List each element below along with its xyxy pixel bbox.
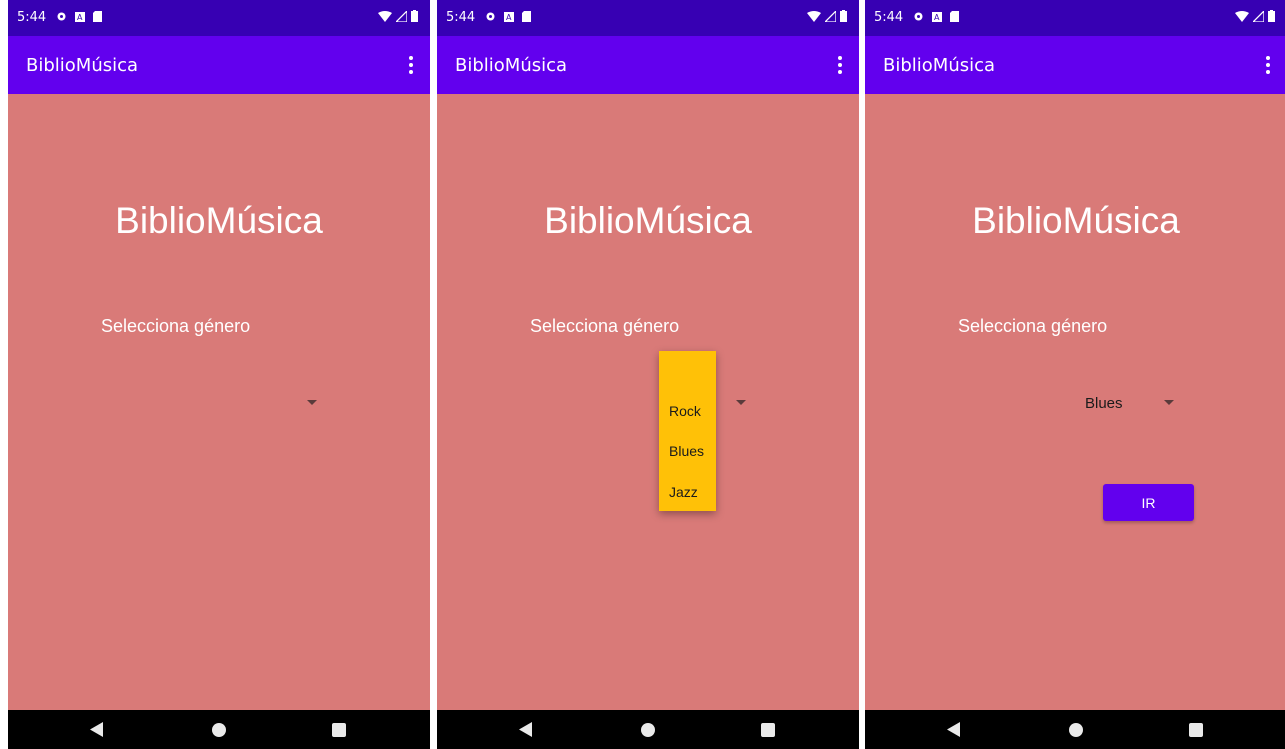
recents-icon[interactable] bbox=[1189, 723, 1203, 737]
main-heading: BiblioMúsica bbox=[972, 200, 1180, 241]
signal-icon bbox=[396, 10, 407, 22]
phone-screen-3: 5:44 A BiblioMúsica BiblioMúsica Selecci… bbox=[865, 0, 1285, 749]
recents-icon[interactable] bbox=[332, 723, 346, 737]
a-icon: A bbox=[75, 11, 85, 22]
genre-label: Selecciona género bbox=[958, 316, 1108, 336]
more-vert-icon[interactable] bbox=[835, 53, 845, 77]
sd-card-icon bbox=[93, 11, 102, 22]
svg-text:A: A bbox=[934, 13, 940, 22]
back-icon[interactable] bbox=[519, 722, 532, 737]
main-heading: BiblioMúsica bbox=[544, 200, 752, 241]
app-bar-title: BiblioMúsica bbox=[883, 55, 996, 76]
more-vert-icon[interactable] bbox=[406, 53, 416, 77]
main-heading: BiblioMúsica bbox=[115, 200, 323, 241]
a-icon: A bbox=[932, 11, 942, 22]
dropdown-option-rock[interactable]: Rock bbox=[669, 403, 701, 419]
dropdown-option-blues[interactable]: Blues bbox=[669, 443, 704, 459]
app-bar: BiblioMúsica bbox=[8, 36, 430, 94]
sd-card-icon bbox=[522, 11, 531, 22]
phone-screen-1: 5:44 A BiblioMúsica BiblioMúsica Selecci… bbox=[8, 0, 430, 749]
home-icon[interactable] bbox=[641, 723, 655, 737]
genre-spinner[interactable]: Blues bbox=[1075, 388, 1185, 418]
wifi-icon bbox=[807, 10, 821, 22]
app-bar: BiblioMúsica bbox=[865, 36, 1285, 94]
back-icon[interactable] bbox=[947, 722, 960, 737]
home-icon[interactable] bbox=[1069, 723, 1083, 737]
app-bar-title: BiblioMúsica bbox=[26, 55, 139, 76]
phone-screen-2: 5:44 A BiblioMúsica BiblioMúsica Selecci… bbox=[437, 0, 859, 749]
battery-icon bbox=[411, 10, 418, 22]
dropdown-option-jazz[interactable]: Jazz bbox=[669, 484, 698, 500]
status-time: 5:44 bbox=[446, 10, 476, 25]
signal-icon bbox=[1253, 10, 1264, 22]
genre-dropdown-menu: Rock Blues Jazz bbox=[659, 351, 716, 511]
status-bar: 5:44 A bbox=[865, 0, 1285, 36]
a-icon: A bbox=[504, 11, 514, 22]
more-vert-icon[interactable] bbox=[1263, 53, 1273, 77]
genre-spinner[interactable] bbox=[188, 388, 328, 418]
settings-icon bbox=[57, 12, 66, 21]
wifi-icon bbox=[378, 10, 392, 22]
recents-icon[interactable] bbox=[761, 723, 775, 737]
dropdown-arrow-icon bbox=[1164, 400, 1174, 405]
genre-label: Selecciona género bbox=[530, 316, 680, 336]
settings-icon bbox=[486, 12, 495, 21]
dropdown-arrow-icon bbox=[307, 400, 317, 405]
signal-icon bbox=[825, 10, 836, 22]
sd-card-icon bbox=[950, 11, 959, 22]
back-icon[interactable] bbox=[90, 722, 103, 737]
battery-icon bbox=[840, 10, 847, 22]
spinner-value: Blues bbox=[1085, 395, 1123, 412]
status-bar: 5:44 A bbox=[437, 0, 859, 36]
system-nav-bar bbox=[8, 710, 430, 749]
app-bar: BiblioMúsica bbox=[437, 36, 859, 94]
wifi-icon bbox=[1235, 10, 1249, 22]
system-nav-bar bbox=[865, 710, 1285, 749]
home-icon[interactable] bbox=[212, 723, 226, 737]
status-time: 5:44 bbox=[874, 10, 904, 25]
ir-button[interactable]: IR bbox=[1103, 484, 1194, 521]
settings-icon bbox=[914, 12, 923, 21]
svg-text:A: A bbox=[506, 13, 512, 22]
app-bar-title: BiblioMúsica bbox=[455, 55, 568, 76]
svg-text:A: A bbox=[77, 13, 83, 22]
status-time: 5:44 bbox=[17, 10, 47, 25]
dropdown-arrow-icon[interactable] bbox=[736, 400, 746, 405]
battery-icon bbox=[1268, 10, 1275, 22]
system-nav-bar bbox=[437, 710, 859, 749]
status-bar: 5:44 A bbox=[8, 0, 430, 36]
genre-label: Selecciona género bbox=[101, 316, 251, 336]
